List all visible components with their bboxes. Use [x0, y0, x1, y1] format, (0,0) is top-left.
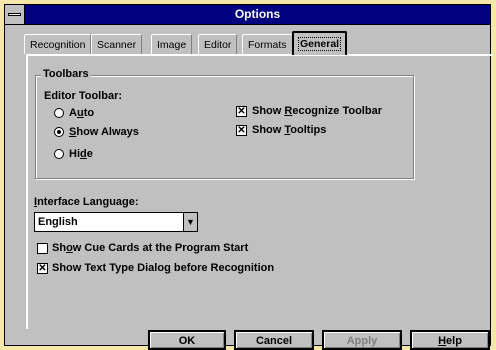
tab-label: Formats	[248, 39, 287, 51]
cancel-button[interactable]: Cancel	[234, 330, 314, 350]
apply-button[interactable]: Apply	[322, 330, 402, 350]
tab-label: General	[297, 37, 342, 51]
tab-label: Scanner	[97, 39, 137, 51]
title-bar: Options	[5, 5, 490, 25]
system-menu-icon	[8, 13, 21, 16]
tab-label: Editor	[204, 39, 232, 51]
tab-label: Image	[157, 39, 187, 51]
tab-label: Recognition	[30, 39, 86, 51]
window-title: Options	[234, 7, 281, 21]
ok-button[interactable]: OK	[148, 330, 226, 350]
tab-recognition[interactable]: Recognition	[24, 34, 92, 54]
tab-panel	[26, 54, 493, 329]
help-button[interactable]: Help	[410, 330, 490, 350]
system-menu-button[interactable]	[5, 5, 25, 24]
tab-image[interactable]: Image	[151, 34, 193, 54]
tab-formats[interactable]: Formats	[242, 34, 293, 54]
tab-general[interactable]: General	[292, 31, 348, 55]
tab-scanner[interactable]: Scanner	[91, 34, 143, 54]
tab-editor[interactable]: Editor	[198, 34, 238, 54]
